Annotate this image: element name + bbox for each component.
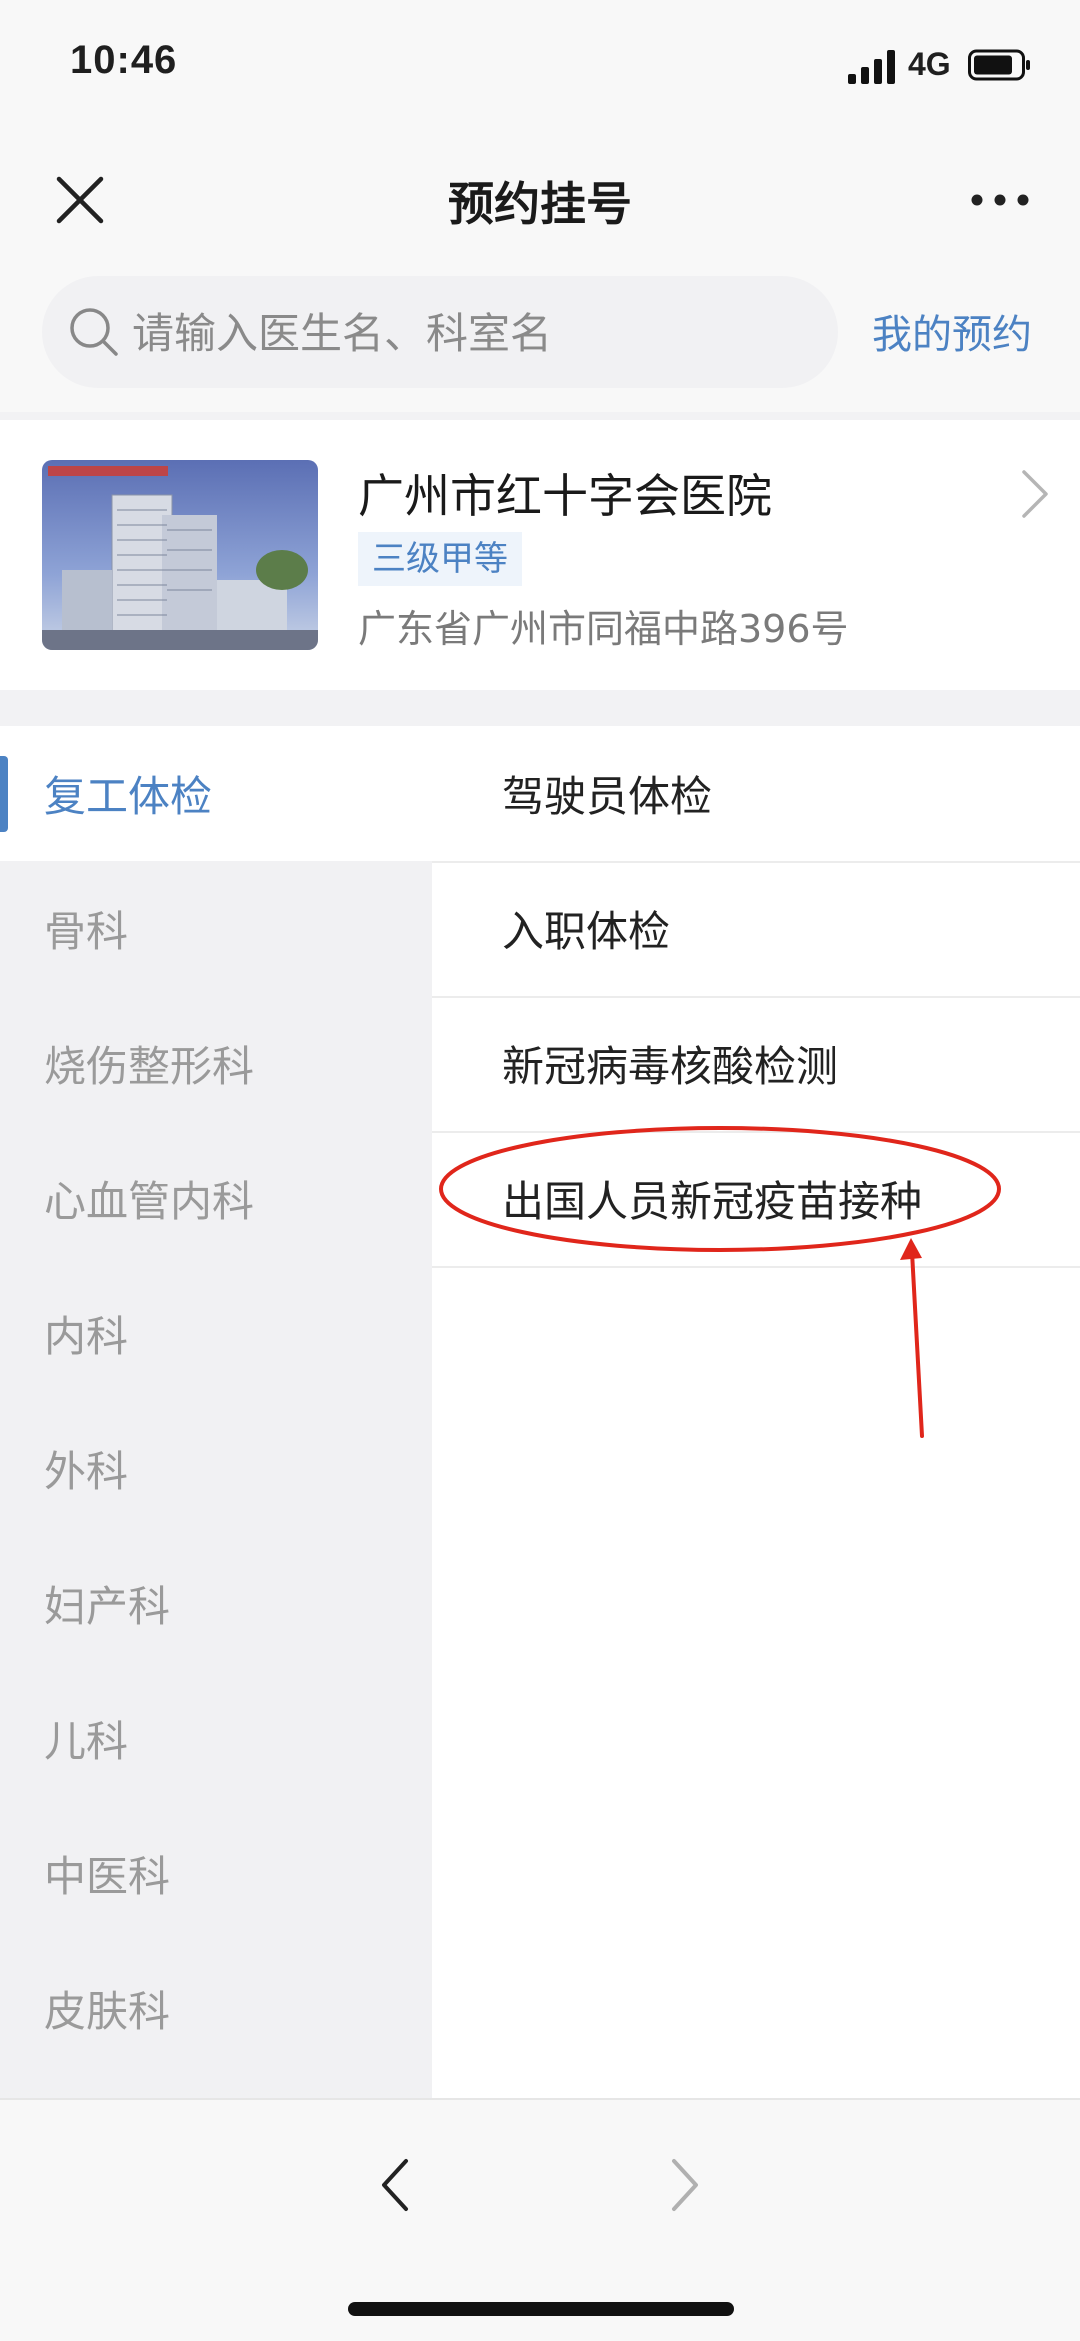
forward-button[interactable] <box>650 2140 720 2230</box>
department-label: 皮肤科 <box>44 1987 171 2036</box>
hospital-name: 广州市红十字会医院 <box>358 469 772 523</box>
sub-item-list: 驾驶员体检 入职体检 新冠病毒核酸检测 出国人员新冠疫苗接种 <box>432 726 1080 2098</box>
hospital-card[interactable]: 广州市红十字会医院 三级甲等 广东省广州市同福中路396号 <box>0 420 1080 690</box>
status-time: 10:46 <box>70 38 178 82</box>
department-sidebar: 复工体检 骨科 烧伤整形科 心血管内科 内科 外科 妇产科 儿科 中医科 皮肤科 <box>0 726 432 2098</box>
back-button[interactable] <box>360 2140 430 2230</box>
search-icon <box>70 308 118 356</box>
sub-item[interactable]: 驾驶员体检 <box>432 726 1080 863</box>
department-label: 复工体检 <box>44 772 213 821</box>
hospital-address: 广东省广州市同福中路396号 <box>358 607 849 651</box>
bottom-toolbar <box>0 2098 1080 2341</box>
more-button[interactable] <box>960 170 1040 230</box>
battery-icon <box>968 49 1030 81</box>
department-label: 中医科 <box>44 1852 171 1901</box>
section-divider <box>0 412 1080 420</box>
section-divider <box>0 690 1080 726</box>
hospital-image <box>42 460 318 650</box>
home-indicator[interactable] <box>348 2302 734 2316</box>
department-item[interactable]: 妇产科 <box>0 1536 432 1671</box>
highlight-arrow <box>900 1238 924 1438</box>
signal-icon <box>848 50 895 84</box>
search-input[interactable] <box>130 302 814 364</box>
department-label: 儿科 <box>44 1717 129 1766</box>
status-bar: 10:46 4G <box>0 0 1080 130</box>
sub-item[interactable]: 入职体检 <box>432 861 1080 998</box>
sub-item-label: 新冠病毒核酸检测 <box>502 1042 839 1091</box>
department-label: 妇产科 <box>44 1582 171 1631</box>
my-appointments-link[interactable]: 我的预约 <box>872 302 1032 360</box>
department-item[interactable]: 皮肤科 <box>0 1941 432 2076</box>
department-label: 骨科 <box>44 907 129 956</box>
department-item[interactable]: 内科 <box>0 1266 432 1401</box>
forward-icon <box>672 2159 698 2211</box>
department-item[interactable]: 中医科 <box>0 1806 432 1941</box>
department-item-active[interactable]: 复工体检 <box>0 726 432 861</box>
nav-header: 预约挂号 <box>0 130 1080 270</box>
more-icon <box>971 194 1029 206</box>
chevron-right-icon <box>1022 470 1048 518</box>
department-item[interactable]: 儿科 <box>0 1671 432 1806</box>
department-label: 烧伤整形科 <box>44 1042 255 1091</box>
active-indicator <box>0 756 8 832</box>
department-label: 心血管内科 <box>44 1177 255 1226</box>
sub-item[interactable]: 新冠病毒核酸检测 <box>432 996 1080 1133</box>
back-icon <box>382 2159 408 2211</box>
sub-item-label: 入职体检 <box>502 907 671 956</box>
network-type: 4G <box>908 46 951 82</box>
search-row: 我的预约 <box>0 270 1080 412</box>
department-item[interactable]: 外科 <box>0 1401 432 1536</box>
hospital-grade-badge: 三级甲等 <box>358 532 522 586</box>
department-label: 外科 <box>44 1447 129 1496</box>
sub-item-label: 驾驶员体检 <box>502 772 713 821</box>
page-title: 预约挂号 <box>448 177 632 231</box>
department-item[interactable]: 烧伤整形科 <box>0 996 432 1131</box>
department-item[interactable]: 心血管内科 <box>0 1131 432 1266</box>
department-label: 内科 <box>44 1312 129 1361</box>
department-item[interactable]: 骨科 <box>0 861 432 996</box>
search-box[interactable] <box>42 276 838 388</box>
